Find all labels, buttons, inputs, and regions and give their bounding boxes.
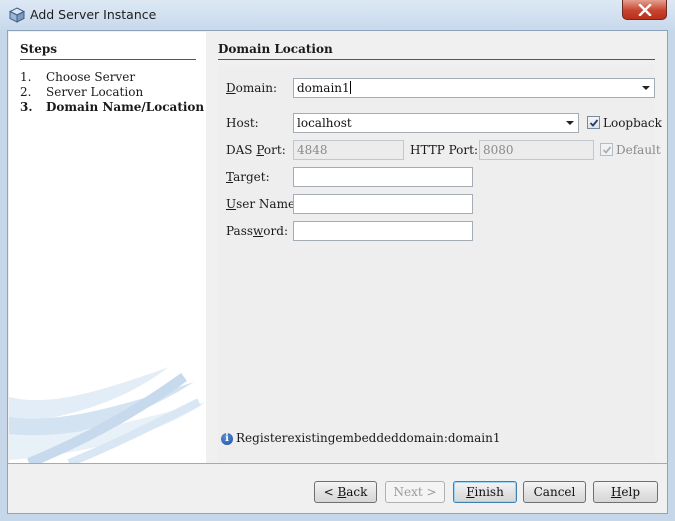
steps-pane: Steps 1. Choose Server 2. Server Locatio… <box>9 32 206 463</box>
das-port-label: DAS Port: <box>226 143 286 157</box>
finish-button[interactable]: Finish <box>453 481 517 503</box>
step-label: Server Location <box>46 85 144 99</box>
cancel-button[interactable]: Cancel <box>523 481 586 503</box>
password-input[interactable] <box>293 221 473 241</box>
title-bar: Add Server Instance <box>0 0 675 30</box>
domain-label: Domain: <box>226 81 277 95</box>
host-combobox[interactable]: localhost <box>293 113 579 133</box>
steps-divider <box>20 59 196 60</box>
user-name-label: User Name: <box>226 197 300 211</box>
steps-heading: Steps <box>20 42 57 56</box>
domain-combobox[interactable]: domain1 <box>293 78 655 98</box>
info-icon: i <box>221 433 233 445</box>
step-label: Choose Server <box>46 70 136 84</box>
step-number: 1. <box>20 70 32 84</box>
target-input[interactable] <box>293 167 473 187</box>
app-cube-icon <box>9 7 25 23</box>
decorative-swoosh-graphic <box>9 367 206 463</box>
dialog-body: Steps 1. Choose Server 2. Server Locatio… <box>7 30 668 514</box>
content-pane: Domain Location Domain: domain1 Host: lo… <box>206 32 666 463</box>
checkmark-icon <box>602 146 612 154</box>
host-value: localhost <box>297 116 352 130</box>
close-icon <box>638 4 652 16</box>
step-item: 1. Choose Server <box>20 70 204 85</box>
host-label: Host: <box>226 116 259 130</box>
step-item: 2. Server Location <box>20 85 204 100</box>
http-port-label: HTTP Port: <box>410 143 478 157</box>
chevron-down-icon[interactable] <box>642 86 650 90</box>
domain-value: domain1 <box>297 81 350 95</box>
step-number: 2. <box>20 85 32 99</box>
title-divider <box>218 59 655 60</box>
checkmark-icon <box>589 119 599 127</box>
steps-list: 1. Choose Server 2. Server Location 3. D… <box>20 70 204 115</box>
text-caret <box>349 81 351 94</box>
das-port-field[interactable]: 4848 <box>293 140 404 160</box>
loopback-label: Loopback <box>603 116 662 130</box>
button-bar-divider <box>8 463 667 464</box>
help-button[interactable]: Help <box>593 481 658 503</box>
default-label: Default <box>616 143 661 157</box>
page-title: Domain Location <box>218 42 333 56</box>
back-button[interactable]: < Back <box>314 481 377 503</box>
default-port-checkbox[interactable] <box>600 143 613 156</box>
next-button[interactable]: Next > <box>385 481 445 503</box>
step-number: 3. <box>20 100 33 114</box>
step-item-current: 3. Domain Name/Location <box>20 100 204 115</box>
user-name-input[interactable] <box>293 194 473 214</box>
step-label: Domain Name/Location <box>46 100 205 114</box>
info-message: Registerexistingembeddeddomain:domain1 <box>236 431 501 445</box>
close-button[interactable] <box>622 0 667 20</box>
http-port-field[interactable]: 8080 <box>479 140 594 160</box>
form-panel: Domain: domain1 Host: localhost Loopback… <box>218 65 662 461</box>
password-label: Password: <box>226 224 288 238</box>
window-title: Add Server Instance <box>30 7 157 22</box>
chevron-down-icon[interactable] <box>566 121 574 125</box>
loopback-checkbox[interactable] <box>587 116 600 129</box>
target-label: Target: <box>226 170 270 184</box>
